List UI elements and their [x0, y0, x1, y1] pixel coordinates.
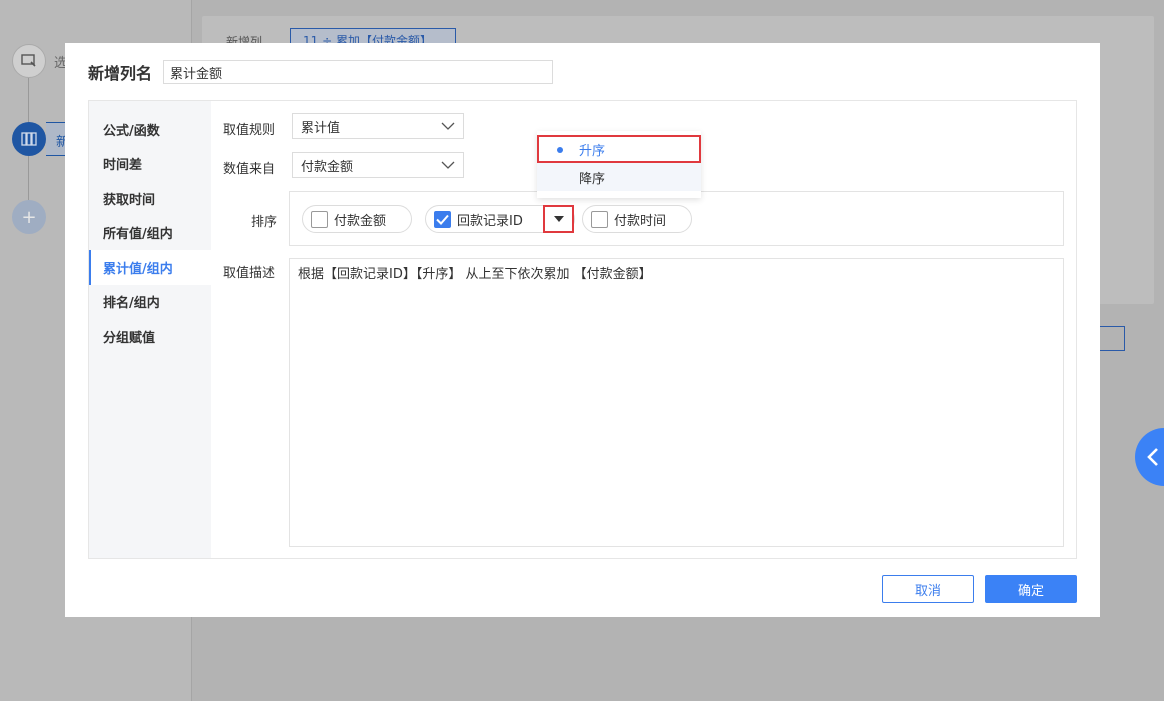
background-input-box	[1098, 326, 1125, 351]
step-select-icon[interactable]	[12, 44, 46, 78]
source-label: 数值来自	[223, 162, 276, 177]
source-select-value: 付款金额	[301, 159, 354, 175]
sort-chip-payment-time[interactable]: 付款时间	[582, 205, 692, 233]
sort-order-option-asc[interactable]: 升序	[537, 135, 701, 163]
desc-label: 取值描述	[223, 266, 276, 281]
chevron-down-icon	[441, 161, 455, 169]
menu-item-cumulative[interactable]: 累计值/组内	[89, 250, 211, 285]
menu-item-get-time[interactable]: 获取时间	[89, 181, 211, 216]
check-icon	[436, 214, 449, 225]
sort-chip-label: 付款时间	[614, 213, 667, 229]
confirm-button[interactable]: 确定	[985, 575, 1077, 603]
dialog-header: 新增列名	[88, 59, 554, 85]
sort-chip-payment-amount[interactable]: 付款金额	[302, 205, 412, 233]
menu-item-group-assign[interactable]: 分组赋值	[89, 319, 211, 354]
rule-select[interactable]: 累计值	[292, 113, 464, 139]
step-connector	[28, 156, 29, 200]
add-step-icon[interactable]: +	[12, 200, 46, 234]
sort-order-dropdown-button[interactable]	[543, 205, 574, 233]
menu-item-formula[interactable]: 公式/函数	[89, 112, 211, 147]
dialog-title: 新增列名	[88, 64, 153, 83]
menu-item-all-values[interactable]: 所有值/组内	[89, 216, 211, 251]
chevron-down-icon	[441, 122, 455, 130]
rule-select-value: 累计值	[301, 120, 341, 136]
checkbox-unchecked[interactable]	[591, 210, 608, 228]
column-name-input[interactable]	[163, 60, 554, 84]
function-menu: 公式/函数 时间差 获取时间 所有值/组内 累计值/组内 排名/组内 分组赋值	[89, 101, 211, 558]
add-column-dialog: 新增列名 公式/函数 时间差 获取时间 所有值/组内 累计值/组内 排名/组内 …	[65, 43, 1100, 617]
checkbox-unchecked[interactable]	[311, 210, 328, 228]
sort-fields-box: 付款金额 回款记录ID 付款时间	[289, 191, 1064, 246]
sort-chip-label: 付款金额	[334, 213, 387, 229]
menu-item-rank[interactable]: 排名/组内	[89, 285, 211, 320]
sort-order-option-desc[interactable]: 降序	[537, 163, 701, 191]
desc-textarea[interactable]: 根据【回款记录ID】【升序】 从上至下依次累加 【付款金额】	[289, 258, 1064, 547]
sort-order-menu: 升序 降序	[537, 131, 701, 198]
cancel-button[interactable]: 取消	[882, 575, 974, 603]
source-select[interactable]: 付款金额	[292, 152, 464, 178]
menu-item-time-diff[interactable]: 时间差	[89, 147, 211, 182]
caret-down-icon	[553, 216, 564, 222]
rule-label: 取值规则	[223, 123, 276, 138]
sort-chip-label: 回款记录ID	[457, 213, 523, 229]
sort-label: 排序	[251, 215, 278, 230]
chevron-left-icon	[1147, 448, 1158, 466]
step-new-column-icon[interactable]	[12, 122, 46, 156]
step-connector	[28, 78, 29, 122]
checkbox-checked[interactable]	[434, 210, 451, 228]
